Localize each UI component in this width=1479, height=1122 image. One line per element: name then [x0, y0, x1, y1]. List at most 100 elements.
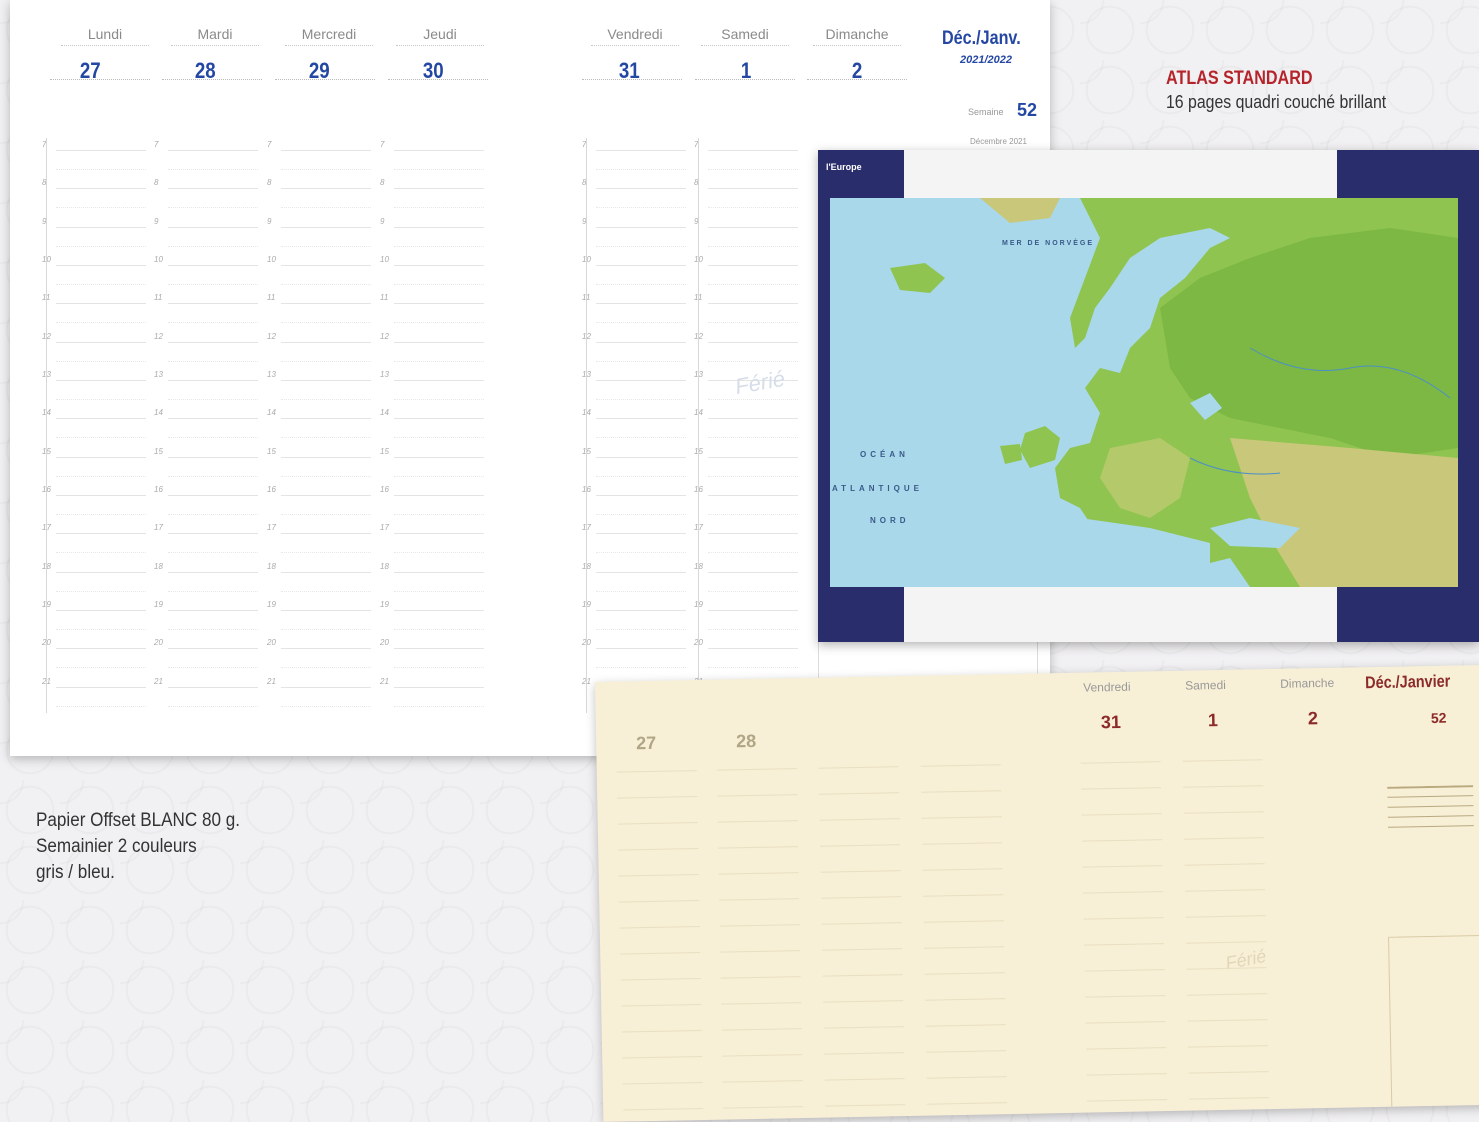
cream-hour-line [819, 818, 900, 821]
hour-line [708, 265, 798, 266]
hour-line [281, 648, 371, 649]
cream-hour-line [923, 920, 1004, 923]
hour-line [281, 572, 371, 573]
day-number: 28 [194, 58, 216, 83]
hour-line [394, 188, 484, 189]
hour-line [56, 610, 146, 611]
cream-hour-line [719, 898, 800, 901]
hour-line [168, 533, 258, 534]
hour-line [596, 342, 686, 343]
hour-line [281, 303, 371, 304]
hour-label: 7 [154, 140, 159, 149]
half-hour-line [168, 706, 258, 708]
hour-line [168, 150, 258, 151]
hour-column: 7 8 9 10 11 12 13 14 15 16 17 18 19 20 21 [380, 138, 484, 713]
hour-label: 8 [380, 178, 385, 187]
cream-hour-line [820, 870, 901, 873]
hour-line [394, 418, 484, 419]
half-hour-line [168, 246, 258, 248]
half-hour-line [708, 591, 798, 593]
half-hour-line [281, 706, 371, 708]
half-hour-line [56, 629, 146, 631]
half-hour-line [596, 322, 686, 324]
cream-hour-line [622, 1056, 703, 1059]
hour-label: 7 [380, 140, 385, 149]
hour-label: 20 [154, 638, 163, 647]
half-hour-line [168, 399, 258, 401]
cream-hour-line [1183, 785, 1264, 788]
hour-line [394, 495, 484, 496]
hour-line [56, 687, 146, 688]
cream-hour-line [924, 946, 1005, 949]
hour-line [708, 610, 798, 611]
half-hour-line [281, 514, 371, 516]
hour-label: 10 [267, 255, 276, 264]
hour-line [168, 342, 258, 343]
day-number: 29 [308, 58, 330, 83]
hour-line [281, 342, 371, 343]
cream-hour-line [1084, 943, 1165, 946]
half-hour-line [708, 246, 798, 248]
cream-column [1182, 759, 1270, 1120]
cream-hour-line [618, 848, 699, 851]
half-hour-line [168, 629, 258, 631]
hour-line [596, 227, 686, 228]
cream-hour-line [821, 896, 902, 899]
hour-label: 13 [267, 370, 276, 379]
hour-line [708, 533, 798, 534]
ocean-label-1: OCÉAN [860, 450, 909, 459]
cream-hour-line [823, 1000, 904, 1003]
half-hour-line [56, 361, 146, 363]
hour-line [281, 265, 371, 266]
half-hour-line [56, 667, 146, 669]
hour-label: 16 [380, 485, 389, 494]
half-hour-line [708, 476, 798, 478]
hour-line [708, 418, 798, 419]
hour-line [596, 572, 686, 573]
hour-line [394, 648, 484, 649]
ocean-label-3: NORD [870, 516, 910, 525]
day-number: 31 [1100, 711, 1122, 733]
hour-label: 14 [267, 408, 276, 417]
cream-hour-line [721, 1002, 802, 1005]
day-header-samedi: Samedi [690, 26, 800, 49]
half-hour-line [708, 629, 798, 631]
hour-line [168, 457, 258, 458]
hour-label: 12 [154, 332, 163, 341]
hour-line [281, 533, 371, 534]
partial-day-number: 28 [735, 730, 757, 752]
cream-hour-line [1186, 967, 1267, 970]
hour-line [708, 342, 798, 343]
cream-hour-line [1087, 1099, 1168, 1102]
cream-hour-line [1086, 1073, 1167, 1076]
cream-hour-line [920, 764, 1001, 767]
hour-line [708, 572, 798, 573]
half-hour-line [596, 476, 686, 478]
hour-label: 7 [267, 140, 272, 149]
half-hour-line [708, 361, 798, 363]
cream-hour-line [618, 874, 699, 877]
half-hour-line [394, 629, 484, 631]
cream-hour-line [716, 768, 797, 771]
half-hour-line [168, 361, 258, 363]
half-hour-line [56, 284, 146, 286]
hour-line [168, 648, 258, 649]
hour-label: 11 [154, 293, 163, 302]
hour-label: 17 [267, 523, 276, 532]
half-hour-line [168, 207, 258, 209]
cream-hour-line [923, 894, 1004, 897]
half-hour-line [56, 207, 146, 209]
cream-hour-line [719, 924, 800, 927]
half-hour-line [394, 169, 484, 171]
week-number: 52 [1017, 100, 1038, 120]
hour-label: 14 [380, 408, 389, 417]
hour-label: 15 [267, 447, 276, 456]
half-hour-line [168, 476, 258, 478]
europe-map: MER DE NORVÈGE OCÉAN ATLANTIQUE NORD [830, 198, 1458, 587]
half-hour-line [281, 284, 371, 286]
hour-line [168, 227, 258, 228]
atlas-title: ATLAS STANDARD [1166, 68, 1313, 89]
hour-line [281, 150, 371, 151]
cream-hour-line [922, 842, 1003, 845]
half-hour-line [281, 207, 371, 209]
